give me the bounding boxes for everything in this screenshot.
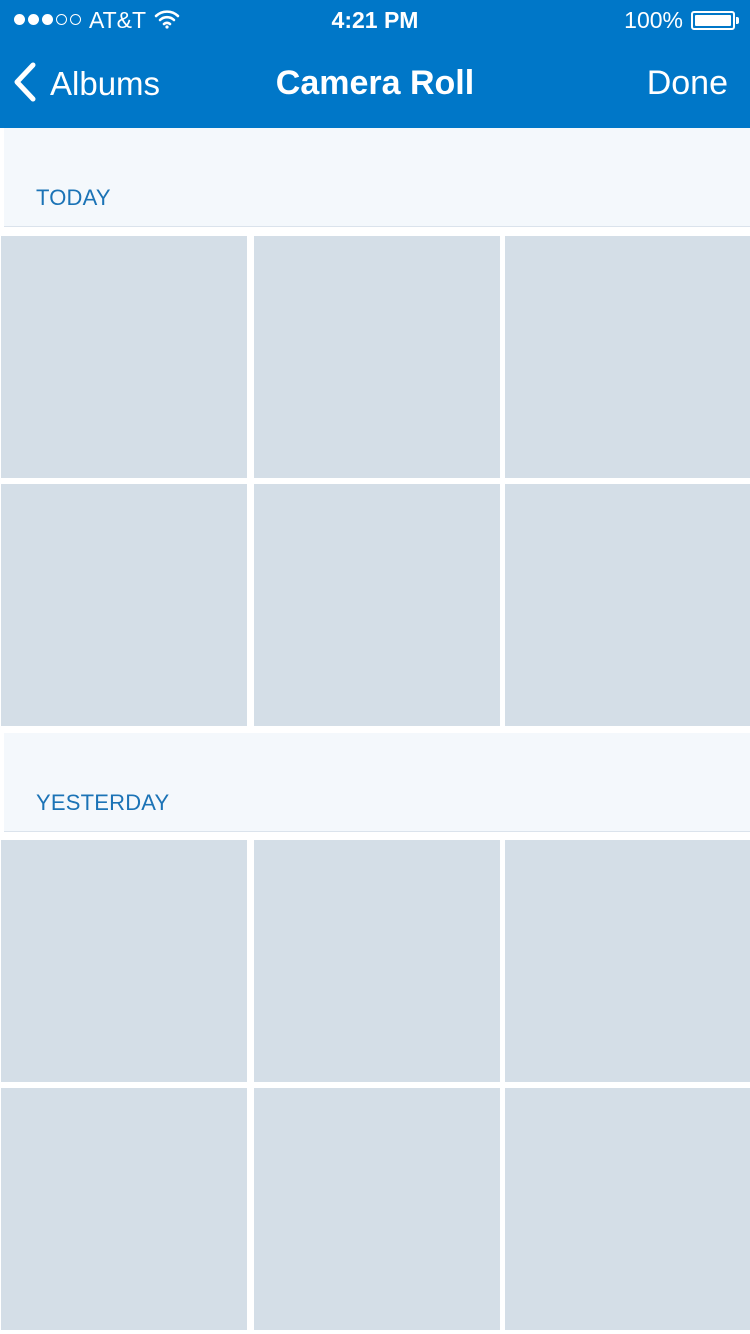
battery-tip xyxy=(736,17,739,24)
top-bar: AT&T 4:21 PM 100% Albums Camera Roll Don… xyxy=(0,0,750,128)
battery-fill xyxy=(695,15,731,26)
photo-thumbnail[interactable] xyxy=(505,236,750,478)
photo-thumbnail[interactable] xyxy=(1,840,247,1082)
section-header-yesterday: YESTERDAY xyxy=(4,733,750,832)
section-title: TODAY xyxy=(36,185,111,210)
photo-thumbnail[interactable] xyxy=(254,484,500,726)
section-header-today: TODAY xyxy=(4,128,750,227)
photo-thumbnail[interactable] xyxy=(505,484,750,726)
photo-thumbnail[interactable] xyxy=(1,1088,247,1330)
battery-icon xyxy=(691,11,739,30)
photo-thumbnail[interactable] xyxy=(505,1088,750,1330)
status-bar: AT&T 4:21 PM 100% xyxy=(0,0,750,40)
photo-thumbnail[interactable] xyxy=(505,840,750,1082)
photo-thumbnail[interactable] xyxy=(254,236,500,478)
photo-list[interactable]: TODAY YESTERDAY xyxy=(0,128,750,1334)
photo-thumbnail[interactable] xyxy=(1,236,247,478)
photo-thumbnail[interactable] xyxy=(254,840,500,1082)
battery-percent: 100% xyxy=(624,7,683,33)
section-title: YESTERDAY xyxy=(36,790,170,815)
photo-thumbnail[interactable] xyxy=(254,1088,500,1330)
navigation-bar: Albums Camera Roll Done xyxy=(0,40,750,128)
photo-thumbnail[interactable] xyxy=(1,484,247,726)
page-title: Camera Roll xyxy=(275,64,475,102)
done-button[interactable]: Done xyxy=(647,64,728,103)
